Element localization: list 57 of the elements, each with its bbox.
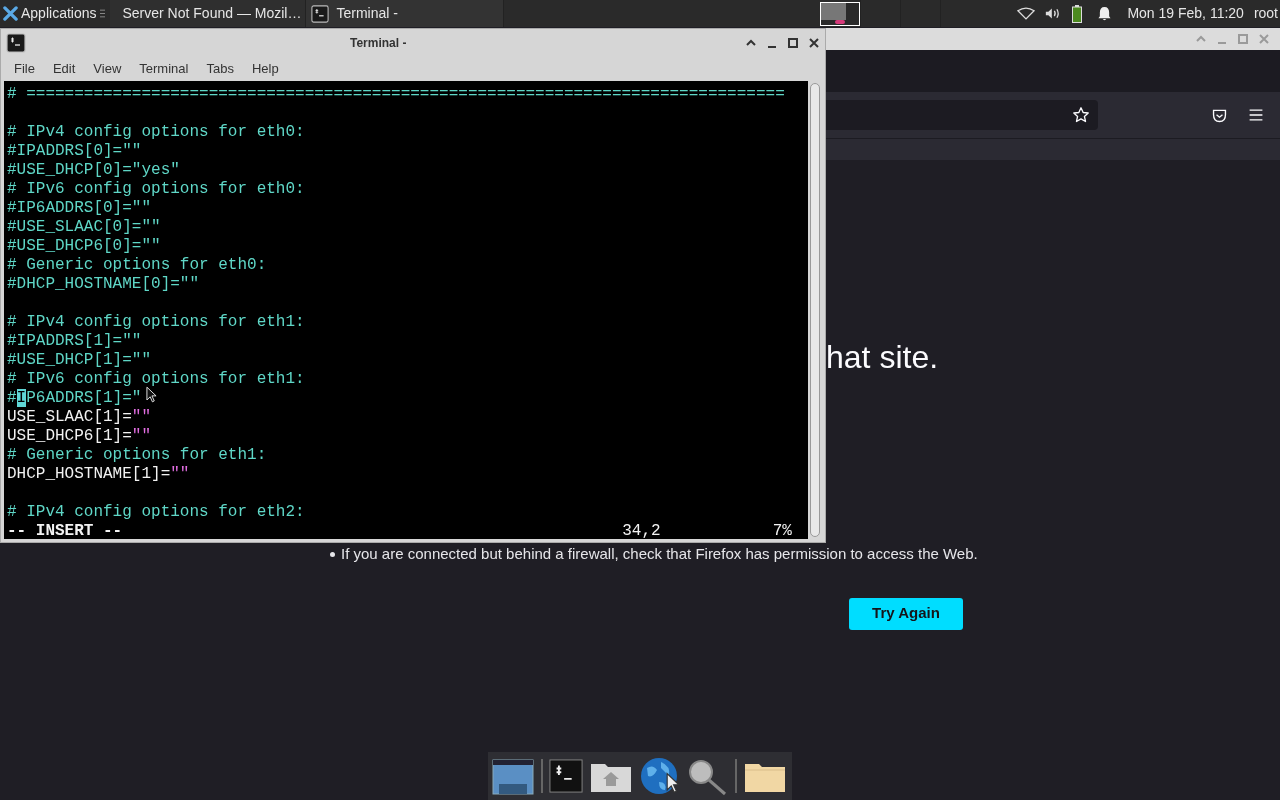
code-line: # IPv4 config options for eth2: [7,502,305,519]
desktop-window-icon[interactable] [491,756,535,796]
scroll-percent: 7% [772,521,792,538]
menu-icon[interactable] [1248,107,1264,123]
bullet-icon [330,551,335,557]
code-line: # IPv4 config options for eth1: [7,312,305,329]
code-line: #IPADDRS[0]="" [7,141,142,158]
menu-item[interactable]: File [5,56,44,81]
taskbar-button[interactable]: Terminal - [305,0,504,27]
try-again-button[interactable]: Try Again [849,597,963,630]
applications-menu[interactable]: Applications [0,0,100,27]
menu-item[interactable]: Help [242,56,288,81]
code-line: USE_DHCP6[1]="" [7,426,152,443]
mouse-pointer-icon [146,386,157,403]
code-line: # Generic options for eth1: [7,445,267,462]
workspace-thumbnail[interactable] [820,1,861,26]
error-hint: If you are connected but behind a firewall, check that Firefox has permission to access the Web. [341,544,978,564]
code-line: #IP6ADDRS[0]="" [7,198,152,215]
code-line: #USE_SLAAC[0]="" [7,217,161,234]
x-logo-icon [3,6,18,21]
window-title: Terminal - [350,34,407,52]
terminal-icon [6,32,26,53]
cursor-position: 34,2 [622,521,661,538]
menu-item[interactable]: View [84,56,131,81]
wifi-icon[interactable] [1017,7,1036,20]
code-line: #USE_DHCP[0]="yes" [7,160,180,177]
code-line: #IPADDRS[1]="" [7,331,142,348]
star-icon[interactable] [1072,106,1090,124]
user-name[interactable]: root [1253,3,1278,24]
code-line: DHCP_HOSTNAME[1]="" [7,464,190,481]
code-line: #USE_DHCP6[0]="" [7,236,161,253]
mouse-pointer-icon [666,772,680,794]
taskbar-button[interactable]: Server Not Found — Mozil… [109,0,306,27]
code-line: # =============================================================================== [7,84,785,101]
menu-item[interactable]: Tabs [197,56,243,81]
code-line: # Generic options for eth0: [7,255,267,272]
code-line: #DHCP_HOSTNAME[0]="" [7,274,200,291]
code-line: USE_SLAAC[1]="" [7,407,152,424]
terminal-icon[interactable] [549,759,583,793]
mode-indicator: -- INSERT -- [7,521,123,538]
menu-item[interactable]: Edit [43,56,85,81]
code-line: # IPv6 config options for eth1: [7,369,305,386]
code-line: #USE_DHCP[1]="" [7,350,152,367]
close-icon[interactable] [808,36,820,49]
maximize-icon[interactable] [787,36,799,49]
separator-handle-icon [99,8,105,19]
window-thumbnail-icon [821,2,847,24]
notification-bell-icon[interactable] [1098,6,1112,21]
code-line: # IPv4 config options for eth0: [7,122,305,139]
text-cursor: I [16,389,27,407]
menu-item[interactable]: Terminal [130,56,198,81]
error-heading: hat site. [826,338,939,377]
battery-icon[interactable] [1072,4,1083,23]
code-line: #IP6ADDRS[1]=" [7,388,142,405]
terminal-icon [310,4,329,23]
clock[interactable]: Mon 19 Feb, 11:20 [1127,3,1244,24]
code-line: # IPv6 config options for eth0: [7,179,305,196]
